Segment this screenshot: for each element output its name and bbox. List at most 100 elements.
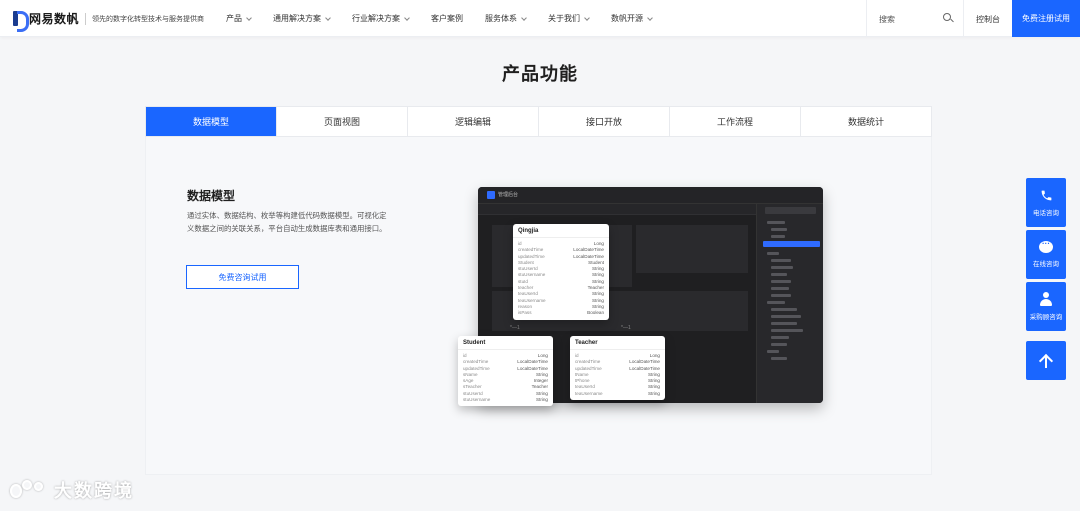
search-box[interactable]: 搜索 [866, 0, 964, 37]
app-name: 管理后台 [498, 192, 519, 198]
nav-menu-label: 数帆开源 [611, 14, 643, 23]
tab-item[interactable]: 工作流程 [670, 107, 801, 136]
main-menu: 产品 通用解决方案 行业解决方案 客户案例 服务体系 关于我们 数帆开源 [226, 0, 674, 37]
side-button-label: 电话咨询 [1033, 209, 1059, 217]
sidebar-line [767, 301, 785, 304]
watermark-text: 大数跨境 [54, 481, 134, 501]
entity-card-qingjia: Qingjia id Long createdTime LocalDateTime up… [513, 224, 609, 320]
arrow-up-icon [1040, 354, 1052, 368]
entity-fields: id Long createdTime LocalDateTime updatedTim… [513, 238, 609, 320]
chevron-down-icon [584, 14, 590, 21]
panel-title: 数据模型 [187, 189, 236, 203]
search-placeholder: 搜索 [879, 15, 895, 24]
sidebar-line [771, 308, 797, 311]
chevron-down-icon [404, 14, 410, 21]
entity-field-row: isPass Boolean [518, 310, 604, 316]
nav-menu-label: 客户案例 [431, 14, 463, 23]
netease-shufan-logo-icon [13, 11, 29, 32]
phone-icon [1041, 190, 1051, 200]
tab-item[interactable]: 接口开放 [539, 107, 670, 136]
nav-menu-item[interactable]: 服务体系 [485, 13, 527, 24]
relation-label: *—1 [510, 325, 520, 331]
tab-item[interactable]: 逻辑编辑 [408, 107, 539, 136]
relation-label: *—1 [621, 325, 631, 331]
nav-menu-item[interactable]: 数帆开源 [611, 13, 653, 24]
chevron-down-icon [246, 14, 252, 21]
watermark-logo-icon [8, 478, 48, 502]
online-consult-button[interactable]: 在线咨询 [1026, 230, 1066, 279]
entity-name: Teacher [570, 336, 665, 350]
sidebar-selected-item [763, 241, 820, 247]
field-name: isPass [518, 310, 532, 316]
canvas-area [636, 225, 748, 273]
field-type: String [647, 390, 660, 396]
entity-name: Qingjia [513, 224, 609, 238]
sidebar-line [771, 336, 789, 339]
sidebar-line [771, 266, 793, 269]
consultant-icon [1040, 292, 1052, 306]
free-consult-button[interactable]: 免费咨询试用 [186, 265, 299, 289]
chat-icon [1039, 239, 1053, 253]
tab-item[interactable]: 数据模型 [146, 107, 277, 136]
panel-description: 通过实体、数据结构、枚举等构建低代码数据模型。可视化定义数据之间的关联关系，平台… [187, 211, 387, 233]
sidebar-line [771, 294, 791, 297]
nav-menu-label: 通用解决方案 [273, 14, 321, 23]
nav-menu-label: 产品 [226, 14, 242, 23]
sidebar-line [771, 280, 791, 283]
sidebar-line [771, 322, 797, 325]
sidebar-line [767, 350, 779, 353]
entity-card-student: Student id Long createdTime LocalDateTime up… [458, 336, 553, 407]
nav-menu-label: 服务体系 [485, 14, 517, 23]
logo-text: 网易数帆 [29, 12, 80, 26]
sidebar-action [765, 207, 816, 214]
sidebar-line [771, 273, 787, 276]
sidebar-line [771, 343, 787, 346]
free-register-button[interactable]: 免费注册试用 [1012, 0, 1080, 37]
field-type: Boolean [587, 310, 604, 316]
logo-slogan: 领先的数字化转型技术与服务提供商 [92, 15, 205, 23]
entity-name: Student [458, 336, 553, 350]
brand-logo[interactable]: 网易数帆 领先的数字化转型技术与服务提供商 [13, 10, 205, 32]
sidebar-line [771, 357, 787, 360]
chevron-down-icon [647, 14, 653, 21]
entity-field-row: stuUsername String [463, 397, 548, 403]
side-button-label: 采购顾咨询 [1029, 314, 1063, 321]
entity-field-row: teaUsername String [575, 391, 660, 397]
nav-menu-item[interactable]: 行业解决方案 [352, 13, 410, 24]
sidebar-line [771, 329, 803, 332]
logo-divider [85, 12, 87, 25]
nav-menu-item[interactable]: 关于我们 [548, 13, 590, 24]
search-icon[interactable] [943, 13, 951, 21]
console-link[interactable]: 控制台 [976, 14, 1000, 25]
sidebar-line [771, 259, 791, 262]
nav-menu-item[interactable]: 通用解决方案 [273, 13, 331, 24]
screenshot-toolbar [478, 204, 756, 215]
sidebar-line [767, 252, 779, 255]
feature-panel: 数据模型 通过实体、数据结构、枚举等构建低代码数据模型。可视化定义数据之间的关联… [145, 137, 932, 475]
field-name: stuUsername [463, 397, 491, 403]
sidebar-line [767, 221, 785, 224]
feature-tabs: 数据模型 页面视图 逻辑编辑 接口开放 工作流程 数据统计 [145, 106, 932, 137]
nav-menu-label: 行业解决方案 [352, 14, 400, 23]
back-to-top-button[interactable] [1026, 341, 1066, 380]
sidebar-line [771, 228, 787, 231]
nav-menu-item[interactable]: 产品 [226, 13, 252, 24]
entity-fields: id Long createdTime LocalDateTime updatedTim… [458, 350, 553, 406]
nav-menu-item[interactable]: 客户案例 [431, 13, 463, 24]
nav-menu-label: 关于我们 [548, 14, 580, 23]
side-button-label: 在线咨询 [1033, 261, 1059, 268]
field-name: teaUsername [575, 390, 603, 396]
top-navbar: 网易数帆 领先的数字化转型技术与服务提供商 产品 通用解决方案 行业解决方案 客户案例… [0, 0, 1080, 37]
sidebar-line [771, 287, 789, 290]
screenshot-titlebar: 管理后台 [478, 187, 823, 204]
chevron-down-icon [325, 14, 331, 21]
screenshot-sidebar [756, 204, 823, 403]
entity-card-teacher: Teacher id Long createdTime LocalDateTime up… [570, 336, 665, 401]
tab-item[interactable]: 页面视图 [277, 107, 408, 136]
phone-consult-button[interactable]: 电话咨询 [1026, 178, 1066, 227]
tab-item[interactable]: 数据统计 [801, 107, 931, 136]
sidebar-line [771, 315, 801, 318]
field-type: String [535, 397, 548, 403]
section-title: 产品功能 [502, 64, 578, 84]
purchase-consult-button[interactable]: 采购顾咨询 [1026, 282, 1066, 331]
